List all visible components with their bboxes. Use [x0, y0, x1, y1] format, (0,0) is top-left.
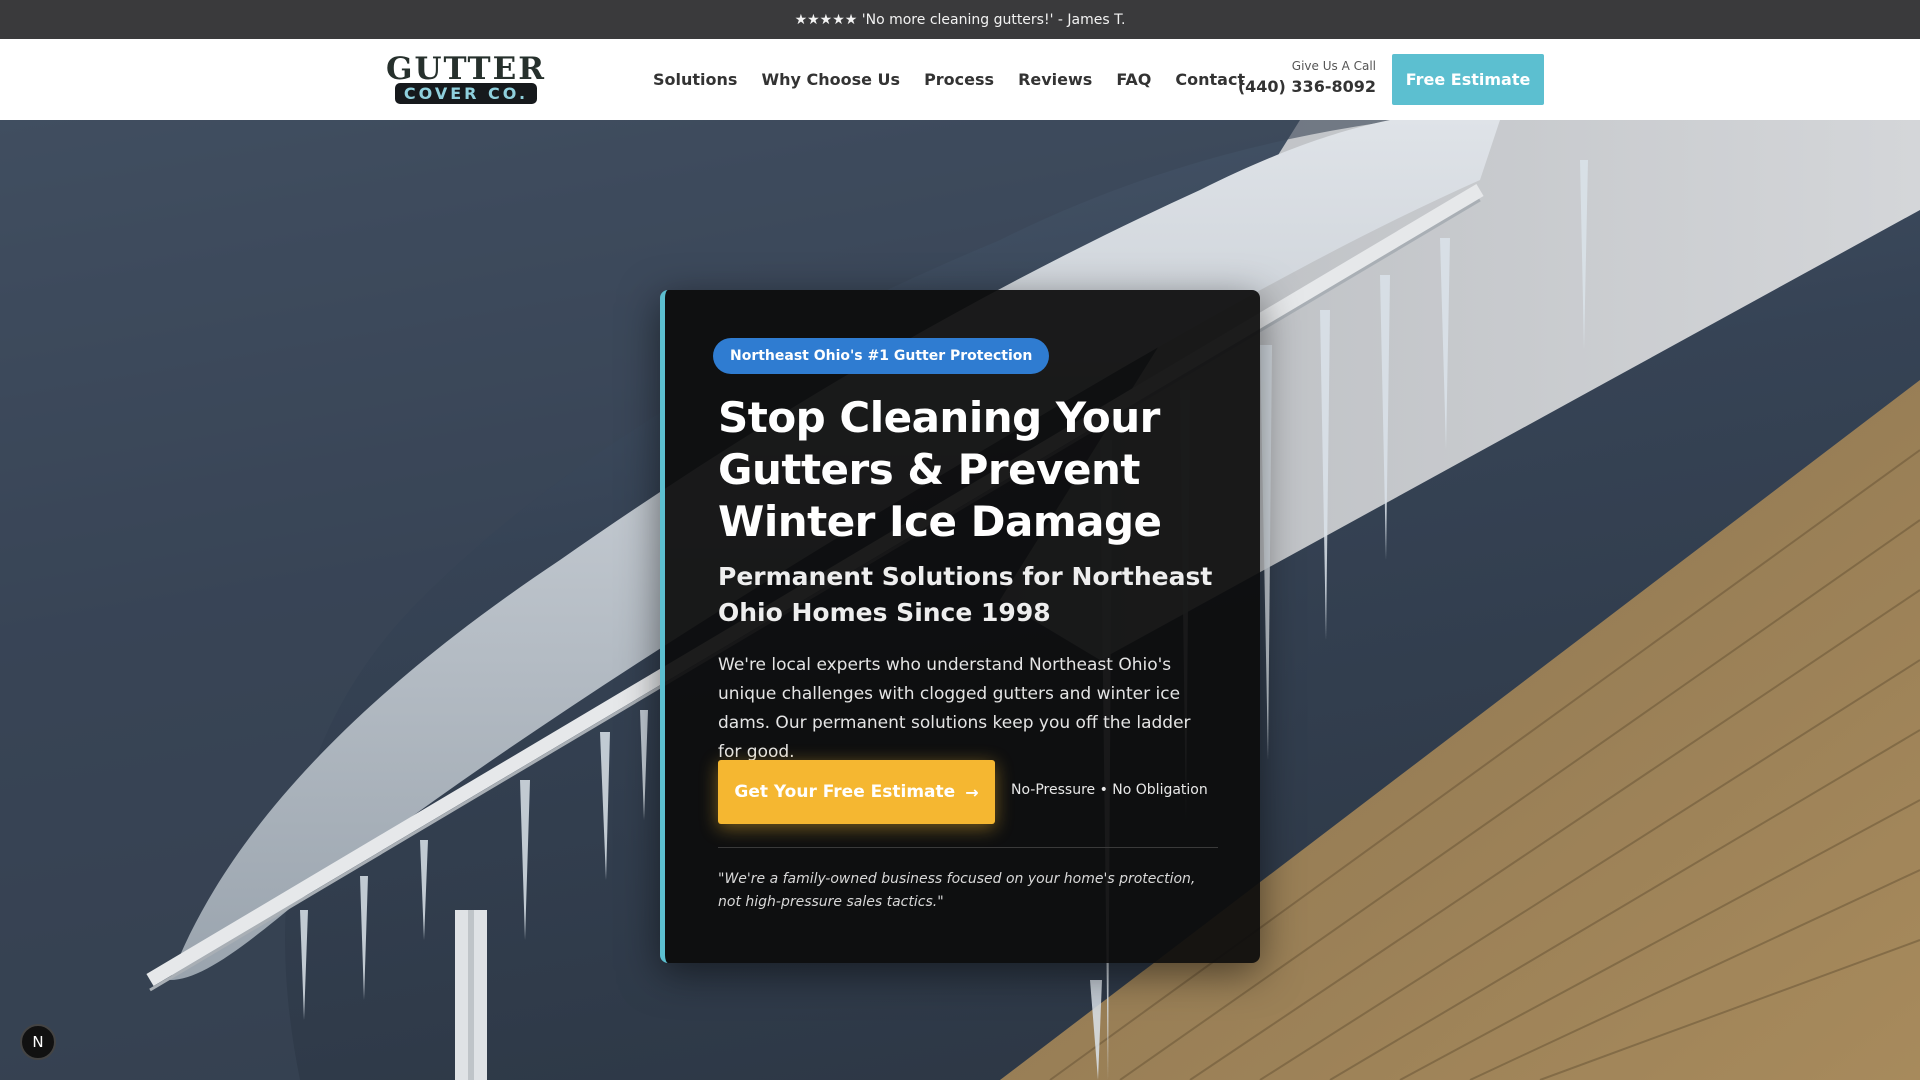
call-label: Give Us A Call — [1291, 59, 1376, 73]
announcement-bar: ★★★★★ 'No more cleaning gutters!' - Jame… — [0, 0, 1920, 39]
nav-process[interactable]: Process — [924, 70, 994, 89]
site-header: GUTTER COVER CO. Solutions Why Choose Us… — [0, 39, 1920, 120]
main-nav: Solutions Why Choose Us Process Reviews … — [653, 39, 1245, 120]
hero-card: Northeast Ohio's #1 Gutter Protection St… — [660, 290, 1260, 963]
nav-faq[interactable]: FAQ — [1116, 70, 1151, 89]
logo-subtitle: COVER CO. — [395, 83, 537, 104]
cta-note: No-Pressure • No Obligation — [1011, 782, 1208, 798]
arrow-right-icon: → — [965, 782, 979, 802]
hero-subheadline: Permanent Solutions for Northeast Ohio H… — [718, 562, 1213, 627]
call-block: Give Us A Call (440) 336-8092 — [1238, 59, 1376, 96]
testimonial-text: ★★★★★ 'No more cleaning gutters!' - Jame… — [794, 11, 1126, 28]
nav-solutions[interactable]: Solutions — [653, 70, 737, 89]
hero-section: Northeast Ohio's #1 Gutter Protection St… — [0, 120, 1920, 1080]
nav-contact[interactable]: Contact — [1175, 70, 1245, 89]
divider — [718, 847, 1218, 848]
phone-link[interactable]: (440) 336-8092 — [1238, 77, 1376, 96]
logo[interactable]: GUTTER COVER CO. — [378, 53, 554, 105]
free-estimate-button[interactable]: Free Estimate — [1392, 54, 1544, 105]
dev-tools-badge[interactable]: N — [20, 1024, 56, 1060]
family-owned-quote: "We're a family-owned business focused o… — [718, 871, 1196, 910]
logo-wordmark: GUTTER — [386, 51, 546, 87]
hero-description: We're local experts who understand North… — [718, 655, 1191, 762]
nav-why-choose-us[interactable]: Why Choose Us — [761, 70, 900, 89]
nav-reviews[interactable]: Reviews — [1018, 70, 1092, 89]
hero-badge: Northeast Ohio's #1 Gutter Protection — [713, 338, 1050, 374]
cta-label: Get Your Free Estimate — [734, 782, 956, 802]
get-free-estimate-button[interactable]: Get Your Free Estimate → — [718, 760, 995, 824]
hero-headline: Stop Cleaning Your Gutters & Prevent Win… — [718, 393, 1162, 546]
